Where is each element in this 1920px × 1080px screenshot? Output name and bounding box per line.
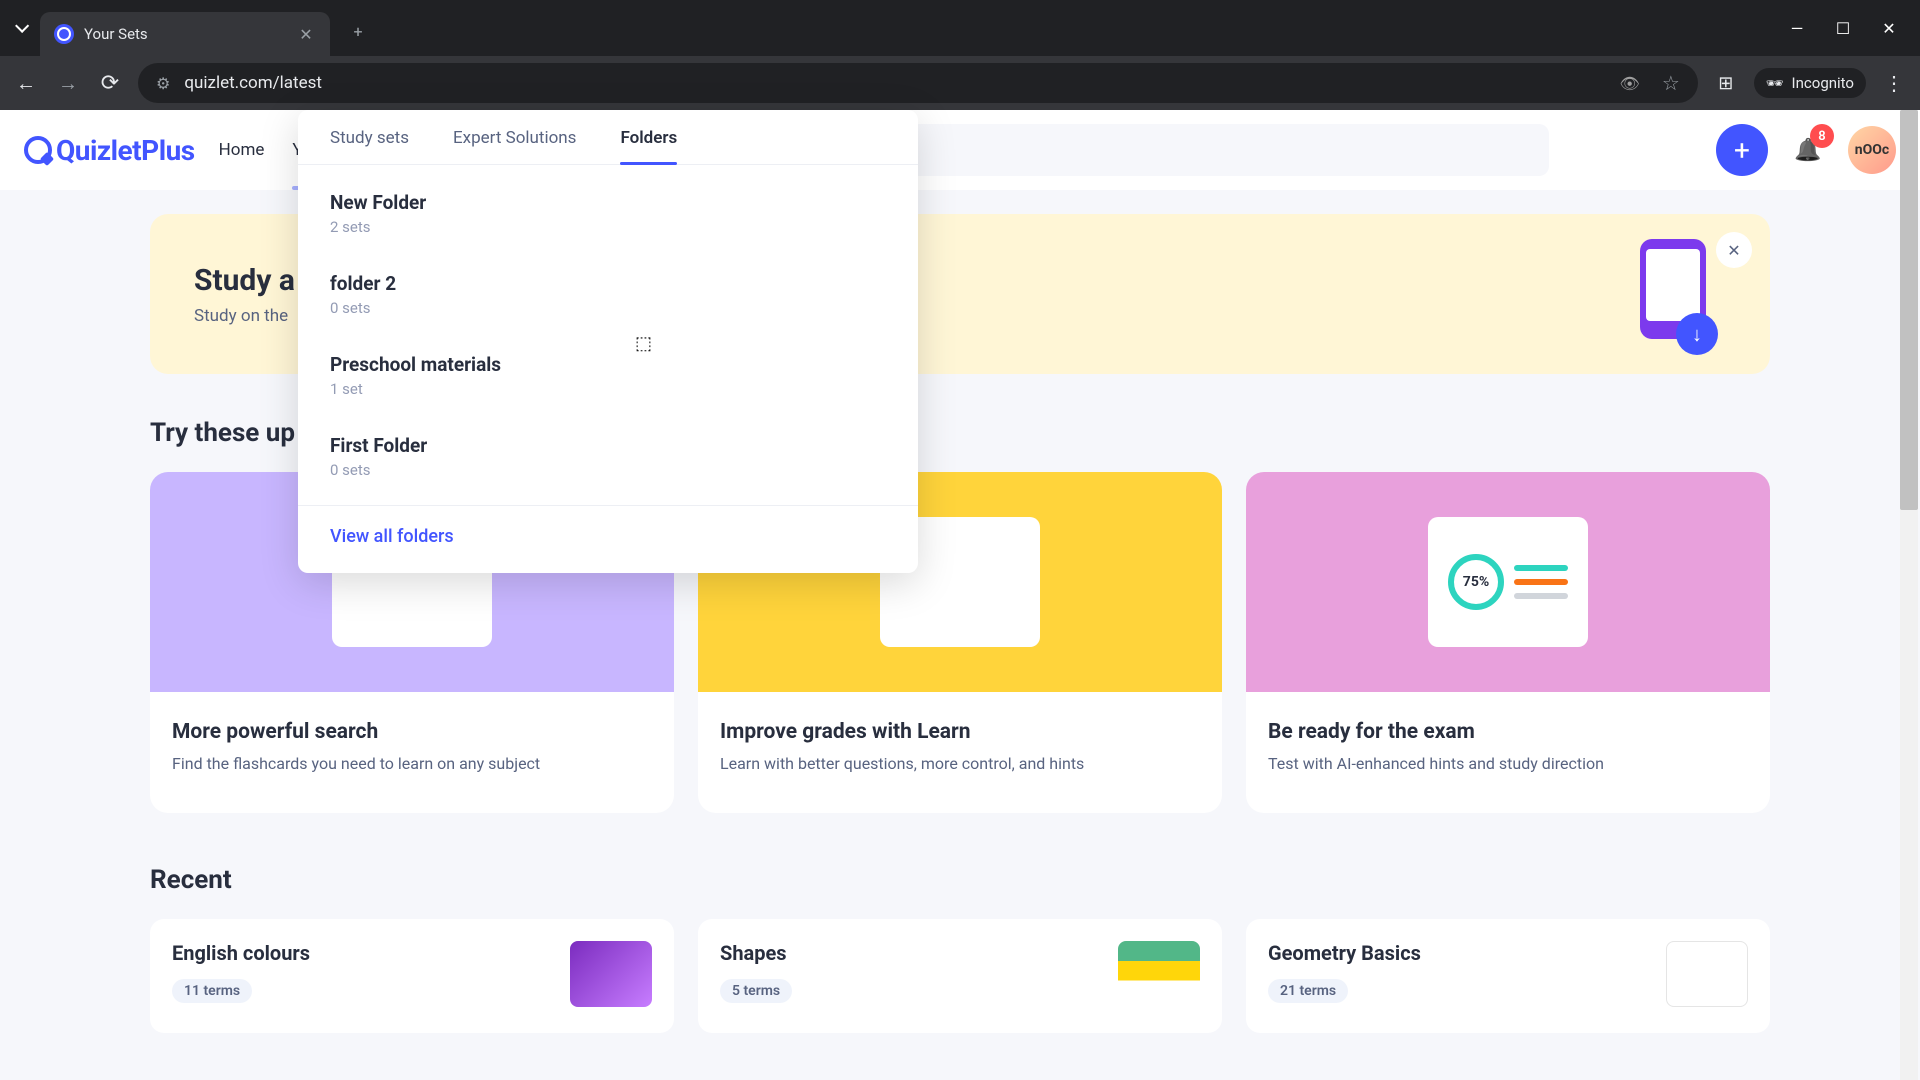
address-bar[interactable]: quizlet.com/latest bbox=[138, 63, 1698, 103]
logo-text: QuizletPlus bbox=[56, 134, 195, 167]
app-header: QuizletPlus Home Your library Expert Sol… bbox=[0, 110, 1920, 190]
url-text: quizlet.com/latest bbox=[184, 73, 1605, 93]
maximize-icon[interactable] bbox=[1834, 19, 1852, 38]
recent-heading: Recent bbox=[150, 865, 1770, 895]
feature-title: Be ready for the exam bbox=[1268, 720, 1748, 744]
main-content: Study a Study on the Try these up More p… bbox=[0, 190, 1920, 1057]
feature-art: 75% bbox=[1246, 472, 1770, 692]
header-actions: 8 nOOc bbox=[1716, 124, 1896, 176]
folder-item[interactable]: New Folder 2 sets bbox=[298, 173, 918, 254]
notifications-button[interactable]: 8 bbox=[1786, 128, 1830, 172]
scrollbar-track[interactable] bbox=[1900, 110, 1918, 1080]
banner-close-button[interactable] bbox=[1716, 232, 1752, 268]
browser-menu-icon[interactable] bbox=[1880, 69, 1908, 97]
avatar[interactable]: nOOc bbox=[1848, 126, 1896, 174]
folder-count: 1 set bbox=[330, 380, 886, 398]
privacy-icon[interactable] bbox=[1620, 74, 1640, 93]
extensions-icon[interactable] bbox=[1712, 69, 1740, 97]
new-tab-button[interactable] bbox=[340, 13, 376, 49]
folder-item[interactable]: First Folder 0 sets bbox=[298, 416, 918, 497]
view-all-folders-link[interactable]: View all folders bbox=[330, 526, 454, 547]
favicon-icon bbox=[54, 24, 74, 44]
incognito-label: Incognito bbox=[1792, 74, 1854, 92]
recent-title: English colours bbox=[172, 941, 554, 965]
folder-name: Preschool materials bbox=[330, 353, 886, 376]
percent-ring: 75% bbox=[1448, 554, 1504, 610]
nav-home[interactable]: Home bbox=[219, 132, 265, 168]
bookmark-icon[interactable] bbox=[1662, 71, 1680, 95]
tab-study-sets[interactable]: Study sets bbox=[330, 128, 409, 164]
browser-tab[interactable]: Your Sets bbox=[40, 12, 330, 56]
recent-title: Geometry Basics bbox=[1268, 941, 1650, 965]
folder-count: 0 sets bbox=[330, 461, 886, 479]
library-dropdown: Study sets Expert Solutions Folders New … bbox=[298, 110, 918, 573]
create-button[interactable] bbox=[1716, 124, 1768, 176]
feature-desc: Test with AI-enhanced hints and study di… bbox=[1268, 754, 1748, 773]
folder-name: First Folder bbox=[330, 434, 886, 457]
folder-count: 0 sets bbox=[330, 299, 886, 317]
window-controls bbox=[1788, 19, 1920, 38]
dropdown-footer: View all folders bbox=[298, 505, 918, 573]
folder-item[interactable]: Preschool materials 1 set bbox=[298, 335, 918, 416]
folder-name: folder 2 bbox=[330, 272, 886, 295]
incognito-icon bbox=[1766, 74, 1784, 92]
feature-card-test[interactable]: 75% Be ready for the exam Test with AI-e… bbox=[1246, 472, 1770, 813]
app-root: QuizletPlus Home Your library Expert Sol… bbox=[0, 110, 1920, 1080]
reload-button[interactable] bbox=[96, 69, 124, 97]
recent-card[interactable]: Geometry Basics 21 terms bbox=[1246, 919, 1770, 1033]
minimize-icon[interactable] bbox=[1788, 19, 1806, 38]
recent-cards: English colours 11 terms Shapes 5 terms … bbox=[150, 919, 1770, 1033]
folder-name: New Folder bbox=[330, 191, 886, 214]
recent-thumbnail bbox=[1118, 941, 1200, 1007]
feature-desc: Find the flashcards you need to learn on… bbox=[172, 754, 652, 773]
scrollbar-thumb[interactable] bbox=[1900, 110, 1918, 510]
tab-list-dropdown[interactable] bbox=[10, 14, 30, 42]
notification-count: 8 bbox=[1810, 124, 1834, 148]
recent-thumbnail bbox=[1666, 941, 1748, 1007]
recent-card[interactable]: English colours 11 terms bbox=[150, 919, 674, 1033]
terms-badge: 5 terms bbox=[720, 979, 792, 1003]
recent-card[interactable]: Shapes 5 terms bbox=[698, 919, 1222, 1033]
logo-icon bbox=[24, 136, 52, 164]
incognito-badge: Incognito bbox=[1754, 68, 1866, 98]
folder-count: 2 sets bbox=[330, 218, 886, 236]
terms-badge: 21 terms bbox=[1268, 979, 1348, 1003]
site-settings-icon[interactable] bbox=[156, 74, 170, 93]
feature-title: Improve grades with Learn bbox=[720, 720, 1200, 744]
tab-folders[interactable]: Folders bbox=[620, 128, 677, 164]
download-icon bbox=[1676, 313, 1718, 355]
tab-title: Your Sets bbox=[84, 25, 286, 43]
dropdown-tabs: Study sets Expert Solutions Folders bbox=[298, 110, 918, 165]
logo[interactable]: QuizletPlus bbox=[24, 134, 195, 167]
browser-toolbar: quizlet.com/latest Incognito bbox=[0, 56, 1920, 110]
feature-title: More powerful search bbox=[172, 720, 652, 744]
close-tab-icon[interactable] bbox=[296, 24, 316, 44]
close-window-icon[interactable] bbox=[1880, 19, 1898, 38]
tab-expert-solutions[interactable]: Expert Solutions bbox=[453, 128, 576, 164]
folder-item[interactable]: folder 2 0 sets bbox=[298, 254, 918, 335]
banner-title: Study a bbox=[194, 263, 295, 298]
folder-list: New Folder 2 sets folder 2 0 sets Presch… bbox=[298, 165, 918, 505]
feature-desc: Learn with better questions, more contro… bbox=[720, 754, 1200, 773]
back-button[interactable] bbox=[12, 69, 40, 97]
terms-badge: 11 terms bbox=[172, 979, 252, 1003]
recent-title: Shapes bbox=[720, 941, 1102, 965]
banner-subtitle: Study on the bbox=[194, 306, 295, 326]
banner-illustration bbox=[1606, 239, 1726, 349]
forward-button[interactable] bbox=[54, 69, 82, 97]
browser-tab-strip: Your Sets bbox=[0, 0, 1920, 56]
recent-thumbnail bbox=[570, 941, 652, 1007]
